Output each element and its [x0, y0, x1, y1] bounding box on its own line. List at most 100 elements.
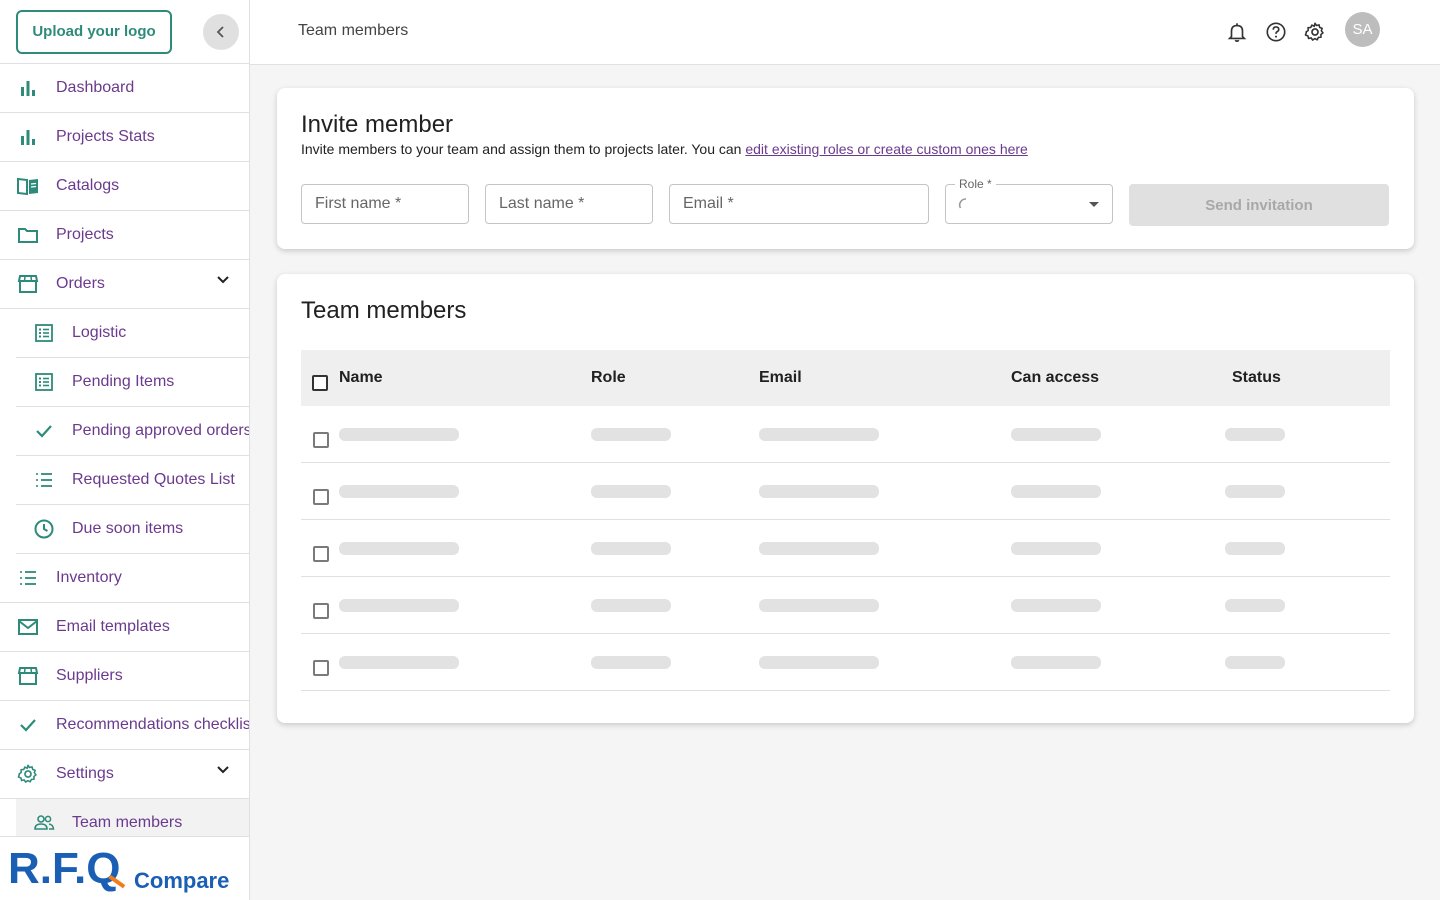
skeleton-placeholder	[339, 542, 459, 555]
skeleton-placeholder	[591, 542, 671, 555]
column-header-email[interactable]: Email	[759, 369, 802, 387]
row-checkbox[interactable]	[313, 546, 329, 562]
skeleton-placeholder	[1011, 542, 1101, 555]
chevron-down-icon[interactable]	[215, 762, 231, 783]
last-name-field[interactable]: Last name *	[485, 184, 653, 224]
skeleton-placeholder	[591, 428, 671, 441]
table-row	[301, 406, 1390, 463]
sidebar-item-label: Team members	[72, 814, 183, 831]
top-bar: Team members SA	[250, 0, 1440, 65]
sidebar-item-projects[interactable]: Projects	[0, 211, 249, 260]
gear-icon[interactable]	[1303, 20, 1327, 44]
sidebar-nav: Dashboard Projects Stats Catalogs Projec…	[0, 64, 249, 848]
email-field[interactable]: Email *	[669, 184, 929, 224]
collapse-sidebar-button[interactable]	[203, 14, 239, 50]
folder-icon	[16, 223, 40, 247]
list-box-icon	[32, 321, 56, 345]
numbered-list-icon	[32, 468, 56, 492]
sidebar: Upload your logo Dashboard Projects Stat…	[0, 0, 250, 900]
sidebar-item-label: Due soon items	[72, 520, 184, 537]
send-invitation-button[interactable]: Send invitation	[1129, 184, 1389, 226]
loading-spinner-icon	[958, 198, 967, 209]
column-header-role[interactable]: Role	[591, 369, 626, 387]
sidebar-item-label: Inventory	[56, 569, 122, 586]
bell-icon[interactable]	[1225, 20, 1249, 44]
sidebar-item-pending-approved-orders[interactable]: Pending approved orders	[16, 407, 249, 456]
sidebar-header: Upload your logo	[0, 0, 249, 64]
invite-description: Invite members to your team and assign t…	[301, 141, 1028, 157]
list-box-icon	[32, 370, 56, 394]
sidebar-item-logistic[interactable]: Logistic	[16, 309, 249, 358]
table-row	[301, 463, 1390, 520]
table-row	[301, 577, 1390, 634]
skeleton-placeholder	[759, 542, 879, 555]
sidebar-item-pending-items[interactable]: Pending Items	[16, 358, 249, 407]
sidebar-item-orders[interactable]: Orders	[0, 260, 249, 309]
invite-member-card: Invite member Invite members to your tea…	[277, 88, 1414, 249]
skeleton-placeholder	[1225, 485, 1285, 498]
brand-logo: R.F.Q Compare	[0, 836, 249, 900]
sidebar-item-label: Orders	[56, 275, 105, 292]
rfq-compare-logo: R.F.Q Compare	[8, 845, 229, 893]
sidebar-item-label: Recommendations checklist	[56, 716, 250, 733]
row-checkbox[interactable]	[313, 489, 329, 505]
team-title: Team members	[301, 297, 467, 324]
row-checkbox[interactable]	[313, 660, 329, 676]
sidebar-item-label: Email templates	[56, 618, 170, 635]
first-name-field[interactable]: First name *	[301, 184, 469, 224]
skeleton-placeholder	[759, 599, 879, 612]
column-header-name[interactable]: Name	[339, 369, 383, 387]
skeleton-placeholder	[1011, 656, 1101, 669]
store-icon	[16, 272, 40, 296]
sidebar-item-label: Projects Stats	[56, 128, 155, 145]
select-all-checkbox[interactable]	[312, 375, 328, 391]
upload-logo-button[interactable]: Upload your logo	[16, 9, 172, 54]
sidebar-item-dashboard[interactable]: Dashboard	[0, 64, 249, 113]
sidebar-item-projects-stats[interactable]: Projects Stats	[0, 113, 249, 162]
bar-chart-icon	[16, 76, 40, 100]
sidebar-item-catalogs[interactable]: Catalogs	[0, 162, 249, 211]
team-members-card: Team members Name Role Email Can access …	[277, 274, 1414, 723]
skeleton-placeholder	[1225, 428, 1285, 441]
sidebar-item-label: Pending Items	[72, 373, 175, 390]
skeleton-placeholder	[759, 485, 879, 498]
skeleton-placeholder	[1225, 599, 1285, 612]
table-header: Name Role Email Can access Status	[301, 350, 1390, 406]
chevron-down-icon[interactable]	[215, 272, 231, 293]
sidebar-item-label: Pending approved orders	[72, 422, 250, 439]
avatar[interactable]: SA	[1345, 12, 1380, 47]
skeleton-placeholder	[339, 656, 459, 669]
numbered-list-icon	[16, 566, 40, 590]
people-icon	[32, 811, 56, 835]
first-name-placeholder: First name *	[315, 195, 402, 212]
sidebar-item-requested-quotes-list[interactable]: Requested Quotes List	[16, 456, 249, 505]
sidebar-item-settings[interactable]: Settings	[0, 750, 249, 799]
sidebar-item-due-soon-items[interactable]: Due soon items	[16, 505, 249, 554]
role-select[interactable]: Role *	[945, 177, 1113, 224]
skeleton-placeholder	[591, 656, 671, 669]
sidebar-item-label: Dashboard	[56, 79, 135, 96]
help-icon[interactable]	[1264, 20, 1288, 44]
page-title: Team members	[298, 22, 409, 39]
sidebar-item-label: Catalogs	[56, 177, 120, 194]
sidebar-item-recommendations-checklist[interactable]: Recommendations checklist	[0, 701, 249, 750]
skeleton-placeholder	[591, 485, 671, 498]
skeleton-placeholder	[339, 599, 459, 612]
svg-text:Compare: Compare	[134, 868, 229, 893]
skeleton-placeholder	[339, 485, 459, 498]
skeleton-placeholder	[591, 599, 671, 612]
skeleton-placeholder	[1011, 599, 1101, 612]
column-header-status[interactable]: Status	[1232, 369, 1281, 387]
skeleton-placeholder	[1225, 656, 1285, 669]
sidebar-item-email-templates[interactable]: Email templates	[0, 603, 249, 652]
row-checkbox[interactable]	[313, 603, 329, 619]
skeleton-placeholder	[1011, 428, 1101, 441]
sidebar-item-suppliers[interactable]: Suppliers	[0, 652, 249, 701]
edit-roles-link[interactable]: edit existing roles or create custom one…	[745, 141, 1027, 157]
team-members-table: Name Role Email Can access Status	[301, 350, 1390, 691]
sidebar-item-label: Suppliers	[56, 667, 123, 684]
row-checkbox[interactable]	[313, 432, 329, 448]
sidebar-item-inventory[interactable]: Inventory	[0, 554, 249, 603]
skeleton-placeholder	[1011, 485, 1101, 498]
column-header-can-access[interactable]: Can access	[1011, 369, 1099, 387]
